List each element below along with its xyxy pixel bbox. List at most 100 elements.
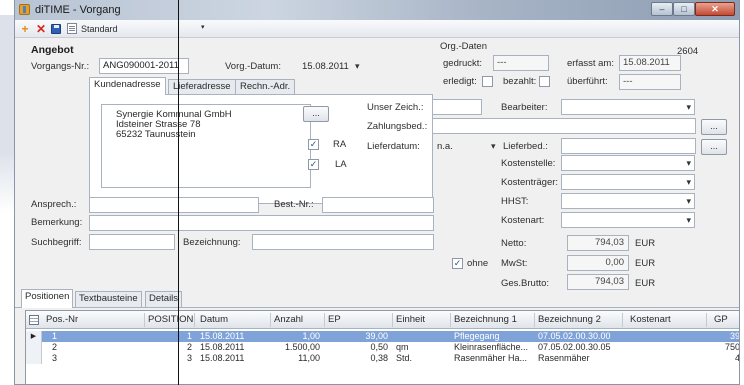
cell-pos-nr: 1 xyxy=(52,331,58,341)
title-bar[interactable]: diTIME - Vorgang – □ ✕ xyxy=(15,0,739,20)
col-position[interactable]: POSITION xyxy=(148,314,193,325)
tab-kundenadresse[interactable]: Kundenadresse xyxy=(89,77,166,95)
ansprech-field[interactable] xyxy=(89,197,259,213)
col-einheit[interactable]: Einheit xyxy=(396,314,425,325)
cell-bezeichnung-1: Rasenmäher Ha... xyxy=(454,353,528,363)
vorg-datum-field[interactable]: 15.08.2011 xyxy=(302,61,349,72)
table-row[interactable]: ▶ 1 1 15.08.2011 1,00 39,00 Pflegegang 0… xyxy=(26,331,740,342)
erledigt-checkbox[interactable] xyxy=(482,76,493,87)
add-icon[interactable]: + xyxy=(19,23,31,35)
col-bezeichnung-2[interactable]: Bezeichnung 2 xyxy=(538,314,601,325)
column-divider xyxy=(706,313,707,327)
ra-checkbox[interactable]: ✓ xyxy=(308,139,319,150)
tab-rechn-adr[interactable]: Rechn.-Adr. xyxy=(235,79,296,95)
kostentraeger-select[interactable] xyxy=(561,174,695,190)
bemerkung-field[interactable] xyxy=(89,215,434,231)
col-ep[interactable]: EP xyxy=(328,314,341,325)
la-checkbox[interactable]: ✓ xyxy=(308,159,319,170)
cell-bezeichnung-2: 07.05.02.00.30.00 xyxy=(538,331,611,341)
close-button[interactable]: ✕ xyxy=(695,2,735,16)
ohne-label: ohne xyxy=(467,258,489,269)
ra-label: RA xyxy=(333,139,347,150)
bezahlt-label: bezahlt: xyxy=(503,76,537,87)
address-browse-button[interactable]: ... xyxy=(303,106,329,122)
grid-options-icon[interactable] xyxy=(29,315,39,325)
cell-datum: 15.08.2011 xyxy=(200,342,245,352)
cell-position: 3 xyxy=(186,353,192,363)
best-nr-label: Best.-Nr.: xyxy=(274,199,314,210)
netto-label: Netto: xyxy=(501,238,527,249)
positions-grid[interactable]: Pos.-Nr POSITION Datum Anzahl EP Einheit… xyxy=(25,310,740,384)
col-bezeichnung-1[interactable]: Bezeichnung 1 xyxy=(454,314,517,325)
erfasst-field: 15.08.2011 xyxy=(619,55,681,71)
cell-bezeichnung-1: Kleinrasenfläche... xyxy=(454,342,529,352)
table-row[interactable]: 3 3 15.08.2011 11,00 0,38 Std. Rasenmähe… xyxy=(26,353,739,364)
brutto-value: 794,03 xyxy=(567,274,629,290)
cell-pos-nr: 3 xyxy=(52,353,58,363)
column-divider xyxy=(534,313,535,327)
app-icon xyxy=(19,4,30,15)
cell-einheit: qm xyxy=(396,342,409,352)
vorg-datum-label: Vorg.-Datum: xyxy=(225,61,281,72)
best-nr-field[interactable] xyxy=(322,197,434,213)
cell-anzahl: 1,00 xyxy=(302,331,320,341)
vorgang-window: diTIME - Vorgang – □ ✕ + ✕ Standard ▾ An… xyxy=(14,0,740,385)
erledigt-label: erledigt: xyxy=(443,76,477,87)
lieferbed-field[interactable] xyxy=(561,138,696,154)
delete-icon[interactable]: ✕ xyxy=(35,23,47,35)
chevron-down-icon[interactable]: ▾ xyxy=(491,141,496,152)
lieferdatum-field[interactable]: n.a. xyxy=(437,141,453,152)
col-anzahl[interactable]: Anzahl xyxy=(274,314,303,325)
cell-anzahl: 1.500,00 xyxy=(284,342,320,352)
bemerkung-label: Bemerkung: xyxy=(31,217,83,228)
column-divider xyxy=(270,313,271,327)
netto-currency: EUR xyxy=(635,238,656,249)
kostenstelle-select[interactable] xyxy=(561,155,695,171)
cell-position: 2 xyxy=(186,342,192,352)
grid-header: Pos.-Nr POSITION Datum Anzahl EP Einheit… xyxy=(26,311,739,329)
minimize-button[interactable]: – xyxy=(651,2,673,16)
col-kostenart[interactable]: Kostenart xyxy=(630,314,671,325)
cell-ep: 39,00 xyxy=(365,331,388,341)
unser-zeich-field[interactable] xyxy=(432,99,482,115)
bezahlt-checkbox[interactable] xyxy=(539,76,550,87)
tab-textbausteine[interactable]: Textbausteine xyxy=(75,291,142,307)
ohne-checkbox[interactable]: ✓ xyxy=(452,258,463,269)
address-textbox[interactable]: Synergie Kommunal GmbH Idsteiner Strasse… xyxy=(101,104,311,188)
lieferbed-browse-button[interactable]: ... xyxy=(701,139,727,155)
col-pos-nr[interactable]: Pos.-Nr xyxy=(46,314,78,325)
zahlungsbed-browse-button[interactable]: ... xyxy=(701,119,727,135)
column-divider xyxy=(144,313,145,327)
mwst-label: MwSt: xyxy=(501,258,528,269)
column-divider xyxy=(622,313,623,327)
table-row[interactable]: 2 2 15.08.2011 1.500,00 0,50 qm Kleinras… xyxy=(26,342,739,353)
netto-value: 794,03 xyxy=(567,235,629,251)
chevron-down-icon[interactable]: ▾ xyxy=(355,61,360,72)
chevron-down-icon[interactable]: ▾ xyxy=(201,23,205,31)
suchbegriff-field[interactable] xyxy=(89,234,175,250)
cell-einheit: Std. xyxy=(396,353,413,363)
bearbeiter-select[interactable] xyxy=(561,99,695,115)
tab-details[interactable]: Details xyxy=(145,291,183,307)
mwst-value: 0,00 xyxy=(567,255,629,271)
maximize-button[interactable]: □ xyxy=(673,2,695,16)
tab-positionen[interactable]: Positionen xyxy=(21,289,74,308)
org-daten-label: Org.-Daten xyxy=(440,41,487,52)
cell-ep: 0,38 xyxy=(370,353,388,363)
cell-gp: 39 xyxy=(729,331,740,341)
bezeichnung-field[interactable] xyxy=(252,234,434,250)
section-title: Angebot xyxy=(31,44,74,56)
vorgangs-nr-field[interactable]: ANG090001-2011 xyxy=(99,58,189,74)
gedruckt-label: gedruckt: xyxy=(443,58,483,69)
col-gp[interactable]: GP xyxy=(714,314,728,325)
kostenart-select[interactable] xyxy=(561,212,695,228)
address-line-3: 65232 Taunusstein xyxy=(116,129,196,140)
layout-selector[interactable]: Standard xyxy=(81,24,118,34)
cell-anzahl: 11,00 xyxy=(298,353,320,363)
zahlungsbed-field[interactable] xyxy=(432,118,696,134)
save-icon[interactable] xyxy=(51,24,61,34)
hhst-select[interactable] xyxy=(561,193,695,209)
text-cursor-line xyxy=(178,0,179,385)
cell-bezeichnung-2: Rasenmäher xyxy=(538,353,590,363)
col-datum[interactable]: Datum xyxy=(200,314,228,325)
